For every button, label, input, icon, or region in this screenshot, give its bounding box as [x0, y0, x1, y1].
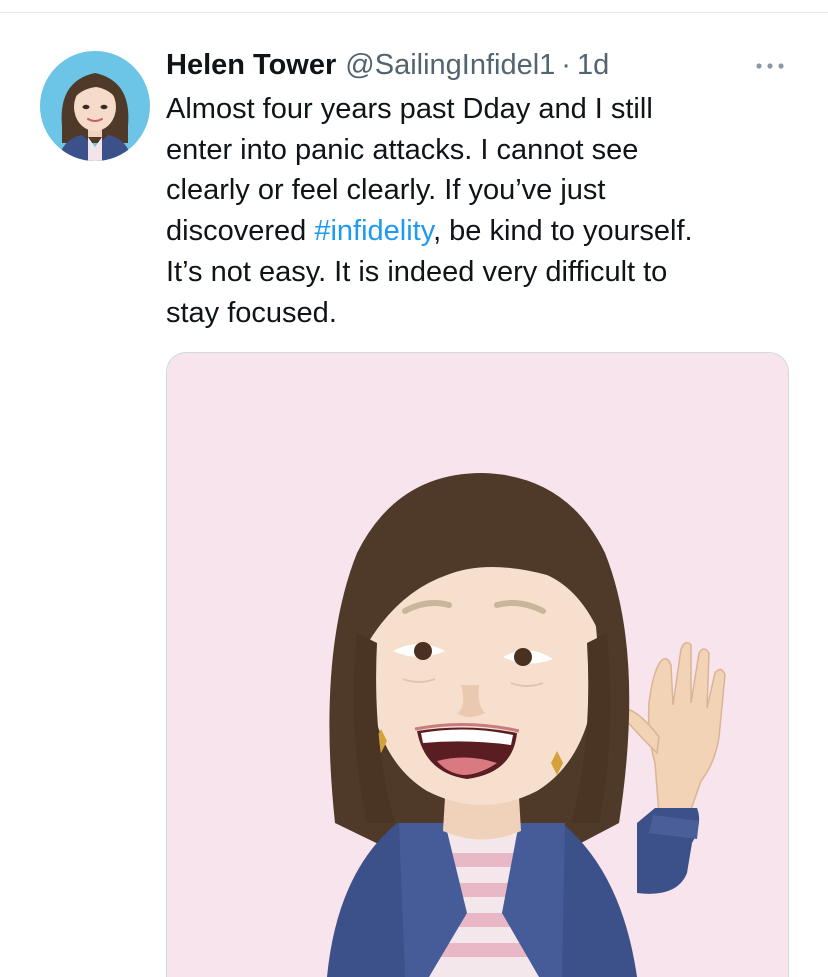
tweet-text-segment: , be kind to yourself. [433, 215, 693, 248]
tweet-timestamp[interactable]: 1d [577, 49, 609, 82]
author-display-name[interactable]: Helen Tower [166, 49, 336, 82]
tweet-media-image[interactable] [166, 352, 789, 977]
memoji-waving-image [167, 353, 788, 977]
author-avatar[interactable] [40, 51, 150, 161]
tweet-header: Helen Tower @SailingInfidel1 · 1d [166, 47, 609, 83]
author-handle[interactable]: @SailingInfidel1 [345, 49, 555, 82]
tweet-text: Almost four years past Dday and I still … [166, 89, 776, 333]
more-dots-icon [756, 63, 784, 69]
tweet[interactable]: Helen Tower @SailingInfidel1 · 1d Almost… [0, 13, 828, 977]
more-options-button[interactable] [748, 51, 792, 81]
tweet-text-line: enter into panic attacks. I cannot see [166, 133, 639, 166]
header-separator: · [561, 48, 571, 81]
tweet-text-line: discovered #infidelity, be kind to yours… [166, 211, 776, 252]
tweet-text-line: Almost four years past Dday and I still [166, 93, 653, 125]
tweet-text-line: clearly or feel clearly. If you’ve just [166, 174, 606, 207]
hashtag-link[interactable]: #infidelity [314, 215, 433, 247]
tweet-text-line: stay focused. [166, 296, 337, 329]
tweet-text-segment: discovered [166, 215, 315, 248]
tweet-text-line: It’s not easy. It is indeed very difficu… [166, 255, 668, 288]
memoji-avatar-icon [40, 51, 150, 161]
